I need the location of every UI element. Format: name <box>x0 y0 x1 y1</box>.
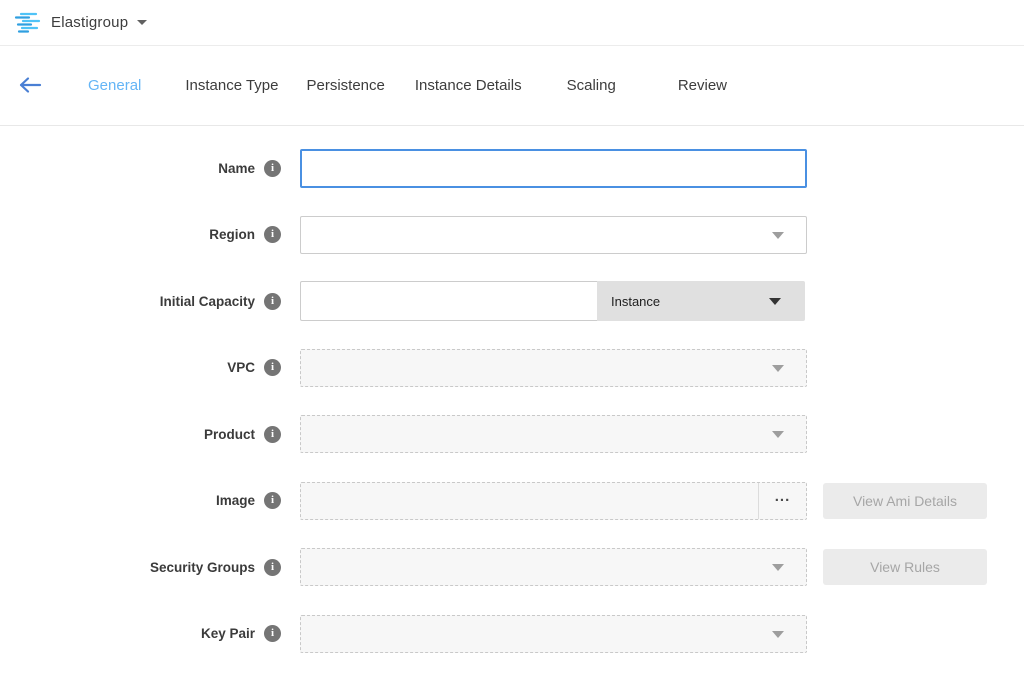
tab-review[interactable]: Review <box>678 77 727 94</box>
image-picker: ... <box>300 482 807 520</box>
form-row-security-groups: Security Groups i View Rules <box>0 547 1024 587</box>
chevron-down-icon <box>772 365 784 372</box>
back-button[interactable] <box>18 75 42 97</box>
name-input[interactable] <box>300 149 807 188</box>
form-row-key-pair: Key Pair i <box>0 614 1024 654</box>
tab-persistence[interactable]: Persistence <box>307 77 385 94</box>
image-browse-button[interactable]: ... <box>758 483 806 519</box>
info-icon[interactable]: i <box>264 160 281 177</box>
app-switcher-label[interactable]: Elastigroup <box>51 14 128 31</box>
initial-capacity-input[interactable] <box>300 281 597 321</box>
tab-instance-type[interactable]: Instance Type <box>185 77 278 94</box>
image-picker-value <box>301 483 758 519</box>
wizard-tabs: General Instance Type Persistence Instan… <box>88 77 727 94</box>
security-groups-label: Security Groups <box>150 560 255 575</box>
image-label: Image <box>216 493 255 508</box>
view-rules-button[interactable]: View Rules <box>823 549 987 585</box>
chevron-down-icon <box>772 564 784 571</box>
vpc-label: VPC <box>227 360 255 375</box>
chevron-down-icon <box>769 298 781 305</box>
info-icon[interactable]: i <box>264 426 281 443</box>
chevron-down-icon <box>772 431 784 438</box>
form-row-product: Product i <box>0 414 1024 454</box>
name-label: Name <box>218 161 255 176</box>
product-select <box>300 415 807 453</box>
general-form: Name i Region i Initial Capacity i Insta… <box>0 126 1024 654</box>
info-icon[interactable]: i <box>264 226 281 243</box>
info-icon[interactable]: i <box>264 625 281 642</box>
form-row-image: Image i ... View Ami Details <box>0 481 1024 521</box>
tab-scaling[interactable]: Scaling <box>567 77 616 94</box>
security-groups-select <box>300 548 807 586</box>
form-row-name: Name i <box>0 148 1024 188</box>
form-row-vpc: VPC i <box>0 348 1024 388</box>
vpc-select <box>300 349 807 387</box>
elastigroup-logo-icon <box>14 12 41 33</box>
info-icon[interactable]: i <box>264 293 281 310</box>
info-icon[interactable]: i <box>264 359 281 376</box>
initial-capacity-label: Initial Capacity <box>160 294 255 309</box>
chevron-down-icon[interactable] <box>137 20 147 25</box>
form-row-initial-capacity: Initial Capacity i Instance <box>0 281 1024 321</box>
chevron-down-icon <box>772 232 784 239</box>
form-row-region: Region i <box>0 215 1024 255</box>
capacity-unit-value: Instance <box>611 294 660 309</box>
key-pair-select <box>300 615 807 653</box>
view-ami-details-button[interactable]: View Ami Details <box>823 483 987 519</box>
info-icon[interactable]: i <box>264 559 281 576</box>
key-pair-label: Key Pair <box>201 626 255 641</box>
wizard-tabbar: General Instance Type Persistence Instan… <box>0 46 1024 126</box>
tab-general[interactable]: General <box>88 77 141 94</box>
region-label: Region <box>209 227 255 242</box>
info-icon[interactable]: i <box>264 492 281 509</box>
app-header: Elastigroup <box>0 0 1024 46</box>
product-label: Product <box>204 427 255 442</box>
chevron-down-icon <box>772 631 784 638</box>
capacity-unit-select[interactable]: Instance <box>597 281 805 321</box>
tab-instance-details[interactable]: Instance Details <box>415 77 522 94</box>
region-select[interactable] <box>300 216 807 254</box>
arrow-left-icon <box>18 76 42 94</box>
